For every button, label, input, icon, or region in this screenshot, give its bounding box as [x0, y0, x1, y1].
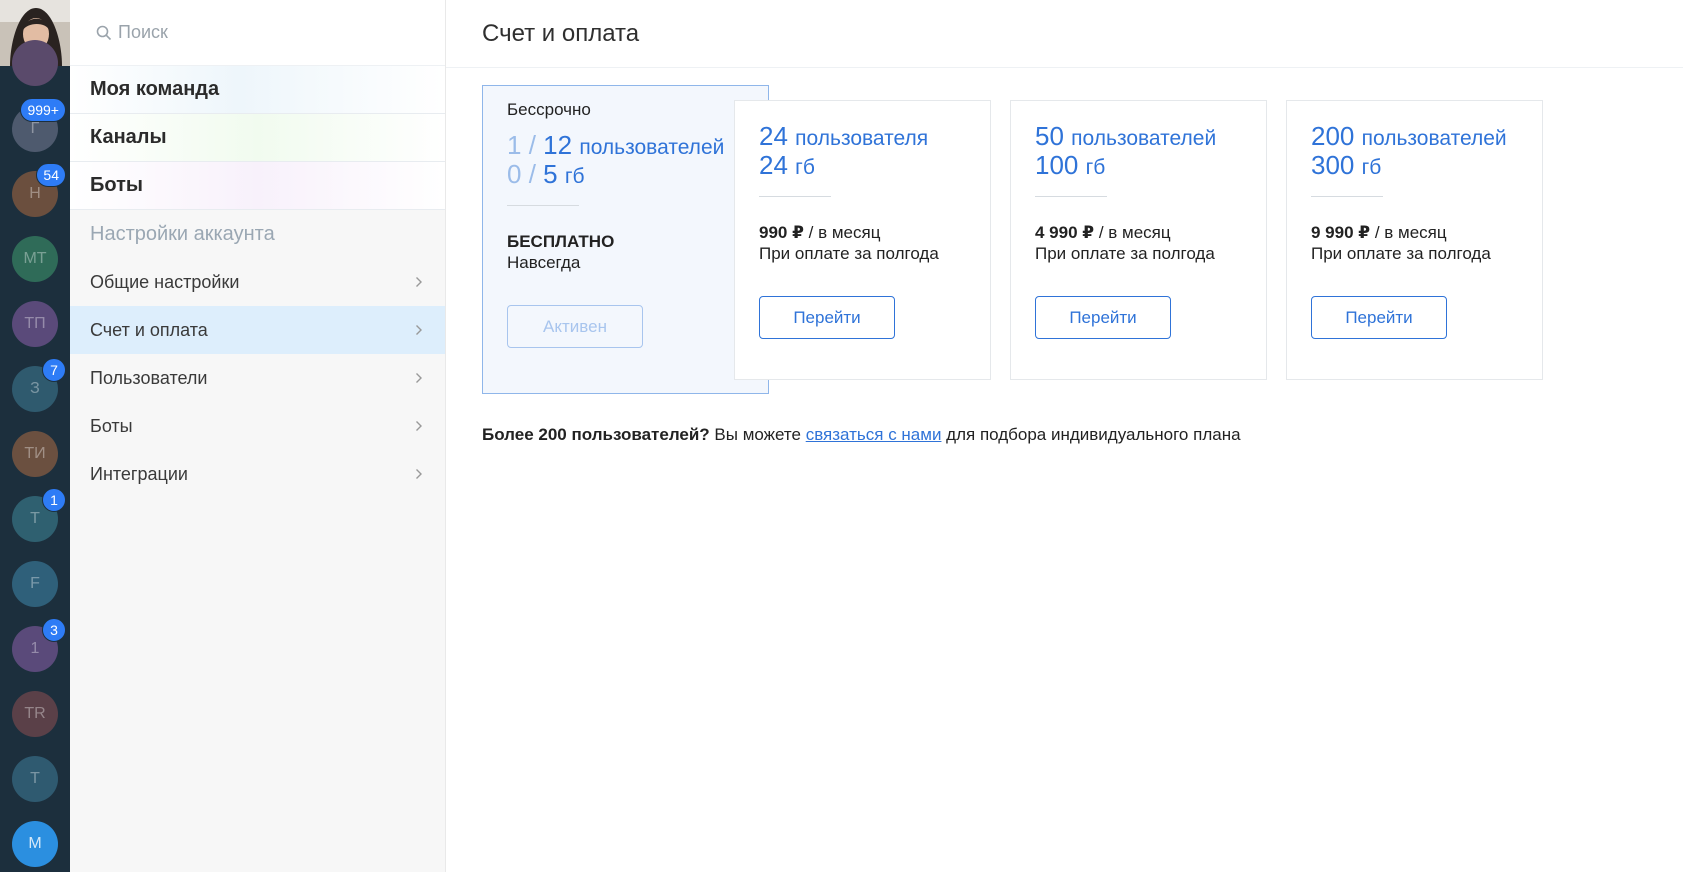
plan-type: Бессрочно	[507, 100, 591, 119]
settings-sidebar: Моя команда Каналы Боты Настройки аккаун…	[70, 0, 446, 872]
storage-capacity: 0 / 5 гб	[507, 159, 585, 189]
users-capacity: 24 пользователя	[759, 121, 929, 151]
page-title: Счет и оплата	[482, 19, 640, 47]
menu-item-label: Интеграции	[90, 463, 188, 484]
select-plan-button[interactable]: Перейти	[1311, 296, 1447, 339]
divider	[759, 196, 831, 197]
plan-billing: При оплате за полгода	[759, 244, 939, 263]
plan-card-24: 24 пользователя 24 гб 990 ₽ / в месяц Пр…	[734, 100, 991, 380]
team-avatar[interactable]: F	[12, 561, 58, 607]
chevron-right-icon	[416, 373, 422, 383]
team-initials: Т	[30, 510, 40, 527]
divider	[1035, 196, 1107, 197]
team-initials: F	[30, 575, 40, 592]
note-bold: Более 200 пользователей?	[482, 425, 710, 444]
plan-card-50: 50 пользователей 100 гб 4 990 ₽ / в меся…	[1010, 100, 1267, 380]
menu-item-bots[interactable]: Боты	[70, 402, 445, 450]
plan-price: 9 990 ₽ / в месяц	[1311, 223, 1447, 242]
plan-billing: При оплате за полгода	[1035, 244, 1215, 263]
menu-item-label: Общие настройки	[90, 271, 240, 292]
team-avatar[interactable]: TR	[12, 691, 58, 737]
users-capacity: 50 пользователей	[1035, 121, 1217, 151]
chevron-right-icon	[416, 469, 422, 479]
storage-capacity: 100 гб	[1035, 150, 1106, 180]
users-capacity: 1 / 12 пользователей	[507, 130, 725, 160]
plan-price: 990 ₽ / в месяц	[759, 223, 881, 242]
team-initials: Г	[30, 120, 40, 137]
team-avatar[interactable]: Т	[12, 756, 58, 802]
enterprise-note: Более 200 пользователей? Вы можете связа…	[482, 425, 1241, 444]
menu-item-billing[interactable]: Счет и оплата	[70, 306, 445, 354]
storage-capacity: 300 гб	[1311, 150, 1382, 180]
chevron-right-icon	[416, 277, 422, 287]
account-settings-header: Настройки аккаунта	[90, 222, 275, 245]
menu-item-label: Счет и оплата	[90, 319, 208, 340]
plan-billing: При оплате за полгода	[1311, 244, 1491, 263]
teams-rail: Г 999+ Н 54 МТ ТП З 7 ТИ Т 1 F 1 3 TR Т M	[0, 0, 70, 872]
team-avatar[interactable]: Н 54	[12, 163, 66, 217]
team-initials: TR	[24, 705, 46, 722]
menu-item-label: Боты	[90, 415, 133, 436]
unread-badge: 3	[42, 618, 66, 642]
section-channels[interactable]: Каналы	[70, 114, 445, 162]
chevron-right-icon	[416, 421, 422, 431]
team-avatar[interactable]: Г 999+	[12, 98, 66, 152]
team-avatar[interactable]	[12, 40, 58, 86]
section-my-team[interactable]: Моя команда	[70, 66, 445, 114]
plan-price: 4 990 ₽ / в месяц	[1035, 223, 1171, 242]
menu-item-general[interactable]: Общие настройки	[70, 258, 445, 306]
team-avatar[interactable]: Т1	[12, 488, 66, 542]
menu-item-label: Пользователи	[90, 367, 208, 388]
team-initials: Т	[30, 770, 40, 787]
team-avatar[interactable]: M	[12, 821, 58, 867]
storage-capacity: 24 гб	[759, 150, 815, 180]
team-initials: З	[30, 380, 40, 397]
team-initials: ТП	[24, 315, 46, 332]
team-avatar[interactable]: МТ	[12, 236, 58, 282]
team-initials: МТ	[23, 250, 47, 267]
team-initials: 1	[30, 640, 40, 657]
plan-period: Навсегда	[507, 253, 581, 272]
page-header: Счет и оплата	[446, 0, 1683, 68]
main-content: Счет и оплата Бессрочно 1 / 12 пользоват…	[446, 0, 1683, 872]
team-avatar[interactable]: ТП	[12, 301, 58, 347]
plan-price: БЕСПЛАТНО	[507, 232, 615, 251]
divider	[1311, 196, 1383, 197]
users-capacity: 200 пользователей	[1311, 121, 1507, 151]
plan-card-200: 200 пользователей 300 гб 9 990 ₽ / в мес…	[1286, 100, 1543, 380]
divider	[507, 205, 579, 206]
select-plan-button[interactable]: Перейти	[1035, 296, 1171, 339]
team-avatar[interactable]: 13	[12, 618, 66, 672]
team-avatar[interactable]: ТИ	[12, 431, 58, 477]
unread-badge: 54	[36, 163, 66, 187]
team-initials: ТИ	[24, 445, 46, 462]
active-plan-button: Активен	[507, 305, 643, 348]
chevron-right-icon	[416, 325, 422, 335]
unread-badge: 999+	[20, 98, 66, 122]
menu-item-users[interactable]: Пользователи	[70, 354, 445, 402]
team-initials: M	[28, 835, 42, 852]
team-initials: Н	[29, 185, 41, 202]
search-input[interactable]	[118, 22, 418, 43]
menu-item-integrations[interactable]: Интеграции	[70, 450, 445, 498]
team-avatar[interactable]: З7	[12, 358, 66, 412]
select-plan-button[interactable]: Перейти	[759, 296, 895, 339]
search-bar	[70, 0, 445, 66]
unread-badge: 7	[42, 358, 66, 382]
plan-card-current: Бессрочно 1 / 12 пользователей 0 / 5 гб …	[482, 85, 769, 394]
section-bots[interactable]: Боты	[70, 162, 445, 210]
unread-badge: 1	[42, 488, 66, 512]
contact-us-link[interactable]: связаться с нами	[806, 425, 942, 444]
search-icon	[96, 25, 112, 40]
